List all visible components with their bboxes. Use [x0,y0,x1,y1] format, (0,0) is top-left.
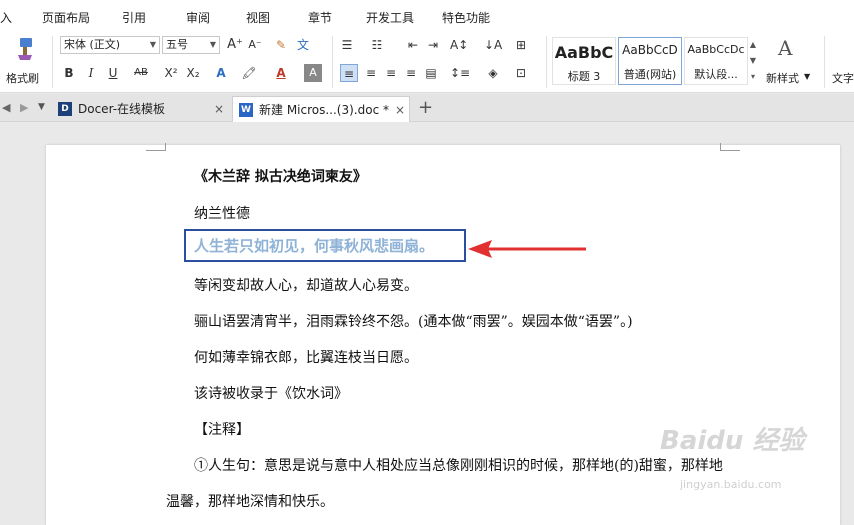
align-right-icon[interactable]: ≡ [382,64,400,82]
italic-icon[interactable]: I [82,64,100,82]
crop-mark [146,143,166,151]
watermark-logo: Baidu 经验 [660,426,805,456]
style-name: 标题 3 [567,70,601,83]
style-name: 默认段... [694,68,738,81]
menu-special[interactable]: 特色功能 [442,9,490,26]
poem-line: 骊山语罢清宵半，泪雨霖铃终不怨。(通本做“雨罢”。娱园本做“语罢”。) [194,314,633,330]
crop-mark [720,143,740,151]
underline-icon[interactable]: U [104,64,122,82]
strikethrough-icon[interactable]: AB [132,64,150,82]
increase-indent-icon[interactable]: ⇥ [424,36,442,54]
new-style-icon: A [778,36,793,60]
new-style-button[interactable]: A 新样式 ▼ [764,34,812,88]
ribbon: 格式刷 宋体 (正文) ▼ 五号 ▼ A⁺ A⁻ ✎ 文 B I U AB X² X… [0,30,854,93]
nav-back-icon[interactable]: ◀ [2,101,10,114]
tab-title: Docer-在线模板 [78,102,166,116]
phonetic-icon[interactable]: 文 [294,36,312,54]
bold-icon[interactable]: B [60,64,78,82]
align-center-icon[interactable]: ≡ [362,64,380,82]
red-arrow-icon [468,240,586,258]
style-default-paragraph[interactable]: AaBbCcDc 默认段... [684,37,748,85]
tab-docer[interactable]: D Docer-在线模板 × [52,96,230,122]
note-text: ①人生句：意思是说与意中人相处应当总像刚刚相识的时候，那样地(的)甜蜜，那样地 [194,458,723,474]
chevron-down-icon: ▼ [149,40,156,49]
chevron-down-icon: ▼ [804,72,811,81]
superscript-icon[interactable]: X² [162,64,180,82]
new-tab-icon[interactable]: + [418,97,433,118]
font-name-select[interactable]: 宋体 (正文) ▼ [60,36,160,54]
menu-page-layout[interactable]: 页面布局 [42,9,90,26]
menu-insert[interactable]: 入 [0,9,12,26]
grow-font-icon[interactable]: A⁺ [226,36,244,54]
highlighted-line: 人生若只如初见，何事秋风悲画扇。 [194,237,435,255]
notes-heading: 【注释】 [194,422,250,438]
doc-title: 《木兰辞 拟古决绝词柬友》 [194,169,367,185]
clear-format-icon[interactable]: ✎ [272,36,290,54]
menu-chapter[interactable]: 章节 [308,9,332,26]
close-icon[interactable]: × [395,97,405,123]
line-spacing-icon[interactable]: ↕≡ [450,64,470,82]
font-color-icon[interactable]: A [272,64,290,82]
style-preview: AaBbC [554,43,614,62]
docer-icon: D [58,102,72,116]
text-direction-icon[interactable]: A↕ [450,36,468,54]
menu-developer[interactable]: 开发工具 [366,9,414,26]
distributed-icon[interactable]: ▤ [422,64,440,82]
brush-icon [18,38,32,60]
menu-view[interactable]: 视图 [246,9,270,26]
close-icon[interactable]: × [214,96,224,122]
text-effect-icon[interactable]: A [212,64,230,82]
menu-bar: 入 页面布局 引用 审阅 视图 章节 开发工具 特色功能 [0,0,854,30]
style-heading3[interactable]: AaBbC 标题 3 [552,37,616,85]
nav-forward-icon[interactable]: ▶ [20,101,28,114]
menu-references[interactable]: 引用 [122,9,146,26]
collection-note: 该诗被收录于《饮水词》 [194,386,348,402]
watermark-url: jingyan.baidu.com [680,478,782,491]
format-painter-button[interactable]: 格式刷 [4,34,44,88]
doc-author: 纳兰性德 [194,206,250,222]
justify-icon[interactable]: ≡ [402,64,420,82]
style-preview: AaBbCcDc [687,43,745,56]
menu-review[interactable]: 审阅 [186,9,210,26]
document-tab-bar: ◀ ▶ ▼ D Docer-在线模板 × W 新建 Micros...(3).d… [0,94,854,122]
shrink-font-icon[interactable]: A⁻ [246,36,264,54]
text-tools-label: 文字 [832,72,854,85]
style-normal-web[interactable]: AaBbCcD 普通(网站) [618,37,682,85]
subscript-icon[interactable]: X₂ [184,64,202,82]
table-icon[interactable]: ⊞ [512,36,530,54]
decrease-indent-icon[interactable]: ⇤ [404,36,422,54]
format-painter-label: 格式刷 [6,72,39,85]
highlight-icon[interactable]: 🖍 [240,64,258,82]
writer-doc-icon: W [239,103,253,117]
font-name-value: 宋体 (正文) [64,38,121,51]
new-style-label: 新样式 [766,72,799,85]
tab-title: 新建 Micros...(3).doc * [259,103,389,117]
note-text-cont: 温馨，那样地深情和快乐。 [166,494,334,510]
poem-line: 等闲变却故人心，却道故人心易变。 [194,278,418,294]
font-size-select[interactable]: 五号 ▼ [162,36,220,54]
styles-scroll[interactable]: ▲ ▼ ▾ [748,37,758,85]
chevron-down-icon: ▼ [209,40,216,49]
sort-icon[interactable]: ↓A [484,36,502,54]
border-icon[interactable]: ⊡ [512,64,530,82]
char-shading-icon[interactable]: A [304,64,322,82]
tab-current-doc[interactable]: W 新建 Micros...(3).doc * × [232,96,410,122]
poem-line: 何如薄幸锦衣郎，比翼连枝当日愿。 [194,350,418,366]
text-tools-button[interactable]: 文字 [832,34,854,88]
bullet-list-icon[interactable]: ☰ [338,36,356,54]
style-preview: AaBbCcD [622,43,678,57]
align-left-icon[interactable]: ≡ [340,64,358,82]
font-size-value: 五号 [166,38,188,51]
style-name: 普通(网站) [623,68,677,81]
shading-icon[interactable]: ◈ [484,64,502,82]
numbered-list-icon[interactable]: ☷ [368,36,386,54]
tab-list-dropdown[interactable]: ▼ [38,102,45,112]
